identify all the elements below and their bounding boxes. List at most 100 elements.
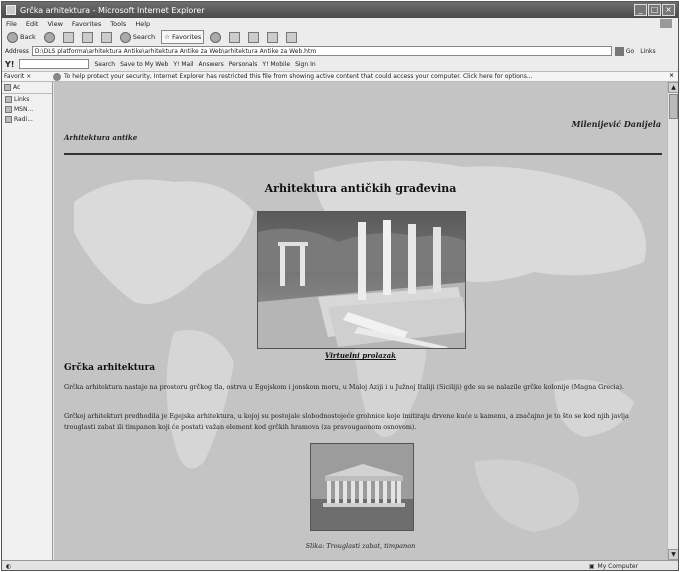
- menu-file[interactable]: File: [6, 20, 17, 28]
- sidebar-header: Ac: [2, 82, 52, 94]
- yahoo-search-button[interactable]: Search: [94, 61, 115, 68]
- history-icon: [210, 31, 222, 43]
- address-input[interactable]: D:\DLS platforma\arhitektura Antike\arhi…: [31, 46, 612, 56]
- address-bar: Address D:\DLS platforma\arhitektura Ant…: [2, 45, 678, 57]
- page-icon: [5, 105, 12, 113]
- sidebar-item-label: Links: [14, 95, 30, 103]
- shield-icon: [53, 72, 61, 81]
- yahoo-search-input[interactable]: [19, 59, 90, 69]
- windows-flag-icon: [660, 19, 672, 28]
- mail-icon: [229, 31, 241, 43]
- printer-icon: [248, 31, 260, 43]
- scroll-down-arrow-icon[interactable]: ▼: [668, 549, 678, 560]
- refresh-button[interactable]: [80, 30, 95, 44]
- yahoo-answers-button[interactable]: Answers: [199, 61, 224, 68]
- maximize-button[interactable]: □: [648, 4, 661, 16]
- sidebar-item-radio[interactable]: Radi...: [2, 114, 52, 124]
- minimize-button[interactable]: _: [634, 4, 647, 16]
- security-zone: ▣ My Computer: [589, 563, 638, 570]
- scroll-thumb[interactable]: [669, 94, 678, 119]
- page-title: Arhitektura antičkih građevina: [264, 182, 457, 195]
- menu-edit[interactable]: Edit: [26, 20, 39, 28]
- yahoo-personals-button[interactable]: Personals: [229, 61, 258, 68]
- go-button[interactable]: Go: [614, 46, 635, 56]
- back-button[interactable]: Back: [5, 30, 38, 44]
- window-title: Grčka arhitektura - Microsoft Internet E…: [20, 5, 205, 15]
- standard-toolbar: Back Search ☆ Favorites: [2, 29, 678, 45]
- forward-arrow-icon: [43, 31, 55, 43]
- page-icon: [5, 115, 12, 123]
- menu-tools[interactable]: Tools: [110, 20, 126, 28]
- go-label: Go: [625, 47, 635, 55]
- links-button[interactable]: Links: [640, 48, 655, 55]
- section-heading: Grčka arhitektura: [64, 363, 156, 373]
- favorites-button[interactable]: ☆ Favorites: [161, 30, 205, 44]
- favorites-pane-label[interactable]: Favorit ×: [2, 73, 53, 80]
- paragraph-2: Grčkoj arhitekturi predhodila je Egejska…: [64, 412, 629, 431]
- add-favorite-icon: [4, 84, 11, 91]
- stop-icon: [62, 31, 74, 43]
- vertical-scrollbar[interactable]: ▲ ▼: [667, 82, 678, 560]
- image-caption: Slika: Trouglasti zabat, timpanon: [305, 542, 416, 550]
- status-bar: ◐ ▣ My Computer: [2, 560, 678, 570]
- back-label: Back: [20, 33, 36, 41]
- yahoo-signin-button[interactable]: Sign In: [295, 61, 316, 68]
- ie-icon: [6, 5, 16, 15]
- yahoo-mobile-button[interactable]: Y! Mobile: [262, 61, 290, 68]
- author-name: Milenijević Danijela: [571, 119, 661, 129]
- menu-view[interactable]: View: [47, 20, 62, 28]
- mail-button[interactable]: [227, 30, 242, 44]
- title-bar: Grčka arhitektura - Microsoft Internet E…: [2, 2, 678, 18]
- edit-button[interactable]: [265, 30, 280, 44]
- home-icon: [100, 31, 112, 43]
- infobar-close-icon[interactable]: ×: [669, 72, 674, 79]
- search-label: Search: [132, 33, 156, 41]
- menu-help[interactable]: Help: [135, 20, 150, 28]
- close-button[interactable]: ×: [662, 4, 675, 16]
- sidebar-item-label: Radi...: [14, 115, 33, 123]
- edit-icon: [267, 31, 279, 43]
- star-icon: ☆: [164, 33, 170, 41]
- discuss-icon: [286, 31, 298, 43]
- browser-window: Grčka arhitektura - Microsoft Internet E…: [1, 1, 679, 571]
- forward-button[interactable]: [42, 30, 57, 44]
- information-bar[interactable]: Favorit × To help protect your security,…: [2, 71, 678, 82]
- sidebar-item-label: MSN...: [14, 105, 34, 113]
- refresh-icon: [81, 31, 93, 43]
- yahoo-mail-button[interactable]: Y! Mail: [173, 61, 193, 68]
- address-value: D:\DLS platforma\arhitektura Antike\arhi…: [34, 47, 317, 55]
- scroll-up-arrow-icon[interactable]: ▲: [668, 82, 678, 93]
- menu-favorites[interactable]: Favorites: [72, 20, 101, 28]
- sidebar-add-label[interactable]: Ac: [13, 84, 20, 91]
- page-status-icon: ◐: [6, 563, 12, 570]
- zone-label: My Computer: [597, 563, 638, 570]
- virtual-tour-image[interactable]: [257, 211, 466, 349]
- stop-button[interactable]: [61, 30, 76, 44]
- header-divider: [64, 153, 662, 155]
- temple-image: [310, 443, 414, 531]
- discuss-button[interactable]: [284, 30, 299, 44]
- menu-bar: File Edit View Favorites Tools Help: [2, 18, 678, 29]
- sidebar-item-links[interactable]: Links: [2, 94, 52, 104]
- search-button[interactable]: Search: [118, 30, 157, 44]
- history-button[interactable]: [208, 30, 223, 44]
- site-name: Arhitektura antike: [64, 133, 138, 142]
- yahoo-save-button[interactable]: Save to My Web: [120, 61, 168, 68]
- home-button[interactable]: [99, 30, 114, 44]
- favorites-label: Favorites: [171, 33, 202, 41]
- back-arrow-icon: [7, 31, 18, 43]
- print-button[interactable]: [246, 30, 261, 44]
- virtual-tour-link[interactable]: Virtuelni prolazak: [54, 351, 667, 360]
- favorites-sidebar: Ac Links MSN... Radi...: [2, 82, 53, 560]
- address-label: Address: [5, 47, 29, 55]
- go-arrow-icon: [614, 46, 624, 56]
- yahoo-logo-icon: Y!: [5, 59, 15, 69]
- search-icon: [119, 31, 131, 43]
- computer-icon: ▣: [588, 563, 595, 570]
- yahoo-toolbar: Y! Search Save to My Web Y! Mail Answers…: [2, 57, 678, 71]
- paragraph-1: Grčka arhitektura nastaje na prostoru gr…: [64, 383, 625, 391]
- infobar-message: To help protect your security, Internet …: [64, 73, 533, 80]
- page-content: Milenijević Danijela Arhitektura antike …: [54, 82, 667, 560]
- sidebar-item-msn[interactable]: MSN...: [2, 104, 52, 114]
- folder-icon: [5, 95, 12, 103]
